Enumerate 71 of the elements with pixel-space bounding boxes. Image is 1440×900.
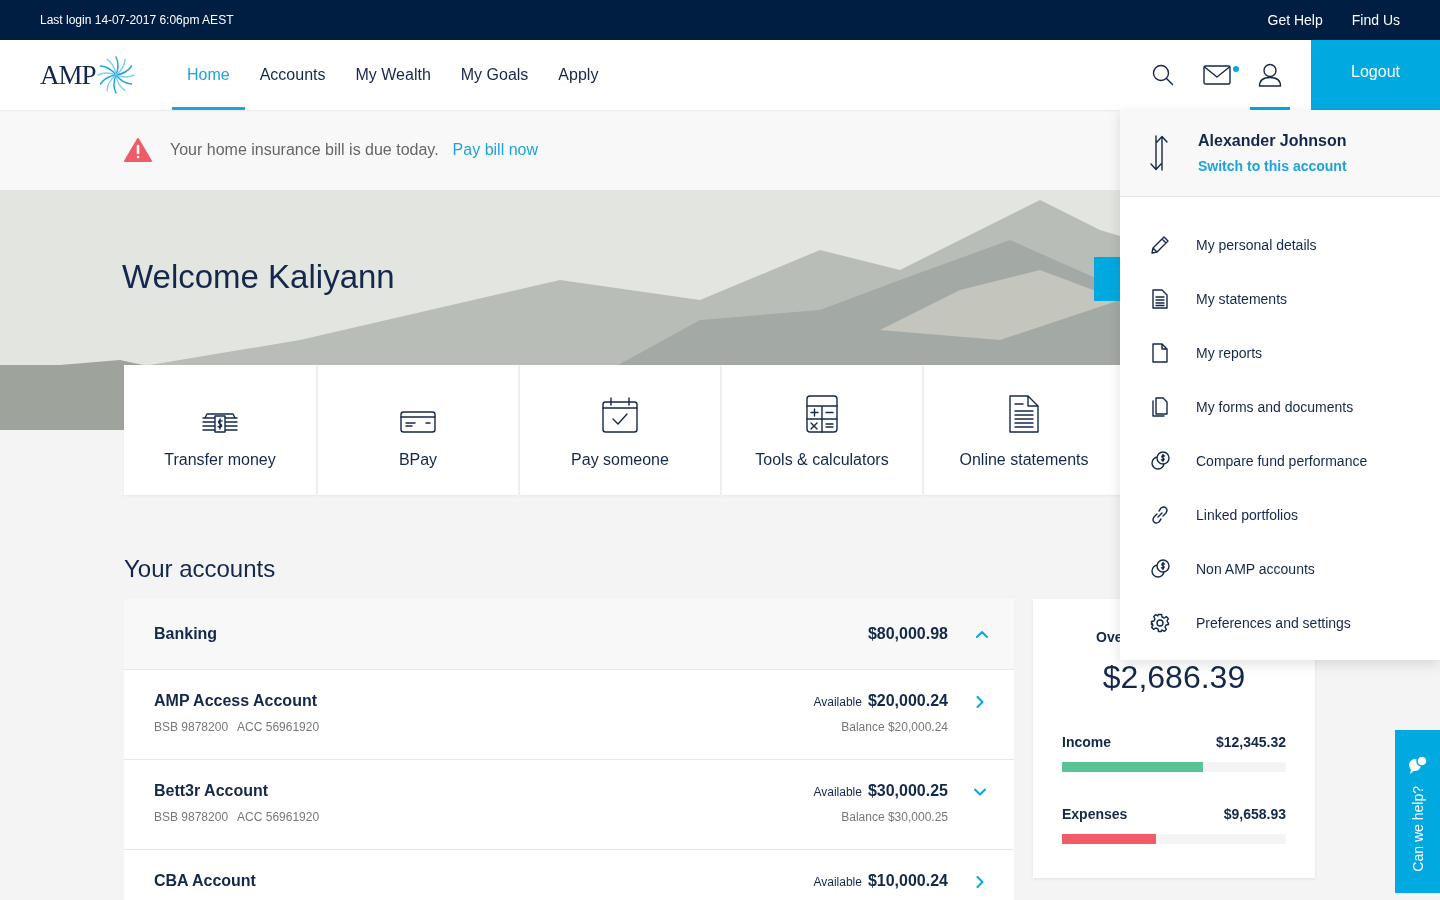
- menu-item[interactable]: Preferences and settings: [1120, 596, 1440, 650]
- quick-action-card[interactable]: BPay: [318, 365, 518, 495]
- quick-action-icon: [202, 413, 238, 433]
- documents-icon: [1150, 397, 1170, 417]
- pencil-icon: [1150, 235, 1170, 255]
- document-icon: [1150, 289, 1170, 309]
- available-amount: $20,000.24: [867, 692, 948, 710]
- bsb-number: BSB 9878200: [154, 810, 229, 824]
- user-icon: [1258, 63, 1282, 87]
- available-label: Available: [813, 875, 862, 889]
- group-total: $80,000.98: [867, 625, 948, 643]
- quick-action-label: BPay: [398, 451, 438, 469]
- quick-action-icon: [806, 395, 838, 433]
- bar-label: Income: [1062, 734, 1111, 750]
- help-label: Can we help?: [1409, 786, 1426, 872]
- quick-action-card[interactable]: Pay someone: [520, 365, 720, 495]
- account-row[interactable]: CBA Account Available $10,000.24: [124, 850, 1014, 900]
- quick-action-label: Pay someone: [571, 451, 669, 469]
- quick-action-card[interactable]: Tools & calculators: [722, 365, 922, 495]
- available-amount: $30,000.25: [867, 782, 948, 800]
- menu-item[interactable]: My statements: [1120, 272, 1440, 326]
- warning-icon: [124, 138, 152, 162]
- menu-item[interactable]: Non AMP accounts: [1120, 542, 1440, 596]
- nav-tab[interactable]: My Goals: [445, 40, 544, 110]
- account-group-header[interactable]: Banking $80,000.98: [124, 599, 1014, 670]
- nav-tab[interactable]: My Wealth: [340, 40, 446, 110]
- group-name: Banking: [154, 625, 218, 643]
- menu-item[interactable]: My personal details: [1120, 218, 1440, 272]
- account-number: ACC 56961920: [237, 810, 320, 824]
- account-holder-name: Alexander Johnson: [1198, 132, 1347, 150]
- available-label: Available: [813, 695, 862, 709]
- account-row[interactable]: AMP Access Account BSB 9878200 ACC 56961920 Available $20,000.24 Balance $20,000.24: [124, 670, 1014, 760]
- alert-message: Your home insurance bill is due today.: [170, 141, 439, 159]
- last-login-text: Last login 14-07-2017 6:06pm AEST: [40, 13, 234, 27]
- welcome-heading: Welcome Kaliyann: [121, 257, 395, 296]
- account-name: Bett3r Account: [154, 782, 270, 800]
- available-amount: $10,000.24: [867, 872, 948, 890]
- quick-action-icon: [1009, 395, 1039, 433]
- nav-tab[interactable]: Apply: [543, 40, 614, 110]
- balance-text: Balance $20,000.24: [841, 720, 948, 734]
- quick-action-icon: [602, 397, 638, 433]
- starburst-icon: [95, 55, 136, 95]
- bar-label: Expenses: [1062, 806, 1128, 822]
- top-link[interactable]: Find Us: [1351, 12, 1400, 28]
- quick-action-label: Transfer money: [164, 451, 276, 469]
- quick-action-label: Online statements: [959, 451, 1089, 469]
- chat-bubbles-icon: [1406, 754, 1429, 776]
- account-name: AMP Access Account: [154, 692, 318, 710]
- search-icon[interactable]: [1152, 64, 1174, 86]
- nav-tab[interactable]: Accounts: [244, 40, 341, 110]
- settings-icon: [1150, 613, 1170, 633]
- bar-amount: $12,345.32: [1215, 734, 1286, 750]
- account-row[interactable]: Bett3r Account BSB 9878200 ACC 56961920 Available $30,000.25 Balance $30,000.25: [124, 760, 1014, 850]
- page-icon: [1150, 343, 1170, 363]
- top-link[interactable]: Get Help: [1267, 12, 1323, 28]
- logo-text[interactable]: AMP: [40, 59, 96, 91]
- overview-total: $2,686.39: [1101, 659, 1247, 696]
- coins-icon: [1150, 559, 1170, 579]
- available-label: Available: [813, 785, 862, 799]
- account-name: CBA Account: [154, 872, 257, 890]
- bsb-number: BSB 9878200: [154, 720, 229, 734]
- bar-amount: $9,658.93: [1223, 806, 1286, 822]
- section-heading: Your accounts: [124, 555, 276, 583]
- quick-action-label: Tools & calculators: [755, 451, 889, 469]
- quick-action-icon: [400, 411, 436, 433]
- mail-icon[interactable]: [1203, 65, 1231, 85]
- quick-action-card[interactable]: Transfer money: [124, 365, 316, 495]
- balance-text: Balance $30,000.25: [841, 810, 948, 824]
- coins-icon: [1150, 451, 1170, 471]
- account-number: ACC 56961920: [237, 720, 320, 734]
- link-icon: [1150, 505, 1170, 525]
